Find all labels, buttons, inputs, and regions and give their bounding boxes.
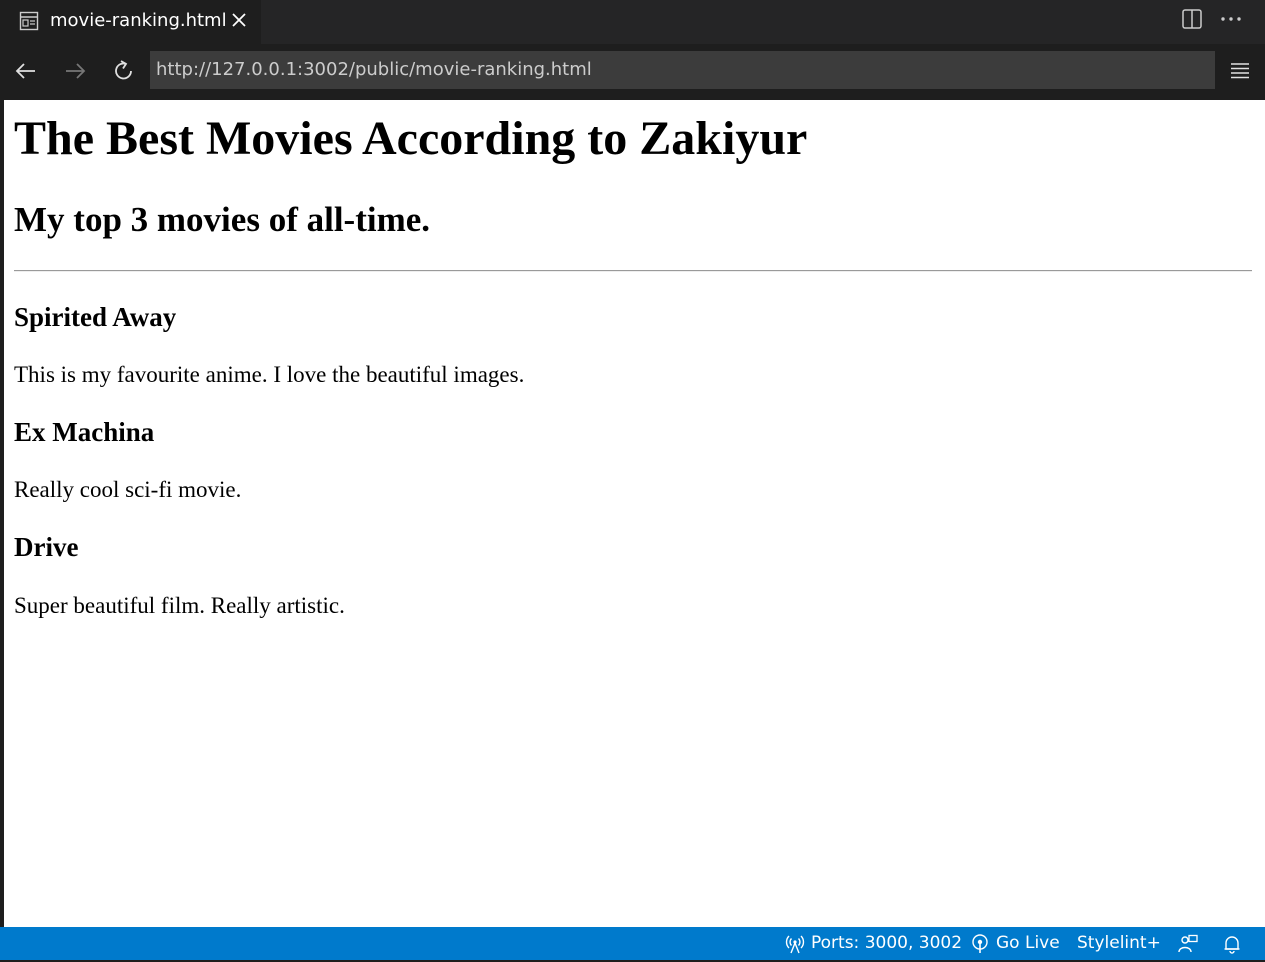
close-icon[interactable] <box>229 10 249 30</box>
movie-title: Drive <box>14 532 79 562</box>
movie-description: Really cool sci-fi movie. <box>14 477 242 502</box>
menu-icon[interactable] <box>1228 59 1252 83</box>
page-subtitle: My top 3 movies of all-time. <box>14 200 431 239</box>
feedback-icon[interactable] <box>1177 927 1205 960</box>
movie-description: This is my favourite anime. I love the b… <box>14 362 525 387</box>
page-title: The Best Movies According to Zakiyur <box>14 112 808 165</box>
forward-arrow-icon[interactable] <box>62 58 88 84</box>
ports-status[interactable]: Ports: 3000, 3002 <box>785 927 962 960</box>
tab-bar: movie-ranking.html <box>0 0 1265 44</box>
go-live-icon <box>972 933 988 953</box>
broadcast-icon <box>785 935 805 953</box>
stylelint-status[interactable]: Stylelint+ <box>1077 927 1161 960</box>
ports-label: Ports: 3000, 3002 <box>811 933 963 953</box>
go-live-button[interactable]: Go Live <box>970 927 1060 960</box>
browser-nav-bar: http://127.0.0.1:3002/public/movie-ranki… <box>0 44 1265 100</box>
movie-title: Spirited Away <box>14 302 177 332</box>
page-content: The Best Movies According to Zakiyur My … <box>4 100 1265 927</box>
more-actions-icon[interactable] <box>1219 8 1243 30</box>
back-arrow-icon[interactable] <box>13 58 39 84</box>
editor-tab[interactable]: movie-ranking.html <box>0 0 261 44</box>
movie-description: Super beautiful film. Really artistic. <box>14 593 345 618</box>
reload-icon[interactable] <box>111 58 137 84</box>
movie-title: Ex Machina <box>14 417 155 447</box>
tab-title: movie-ranking.html <box>50 10 227 31</box>
status-bar: Ports: 3000, 3002 Go Live Stylelint+ <box>0 927 1265 962</box>
split-editor-icon[interactable] <box>1181 8 1203 30</box>
divider <box>14 270 1252 272</box>
preview-icon <box>19 11 39 31</box>
stylelint-label: Stylelint+ <box>1077 933 1161 953</box>
go-live-label: Go Live <box>996 933 1060 953</box>
notifications-bell-icon[interactable] <box>1222 927 1248 960</box>
url-field[interactable]: http://127.0.0.1:3002/public/movie-ranki… <box>150 51 1215 89</box>
